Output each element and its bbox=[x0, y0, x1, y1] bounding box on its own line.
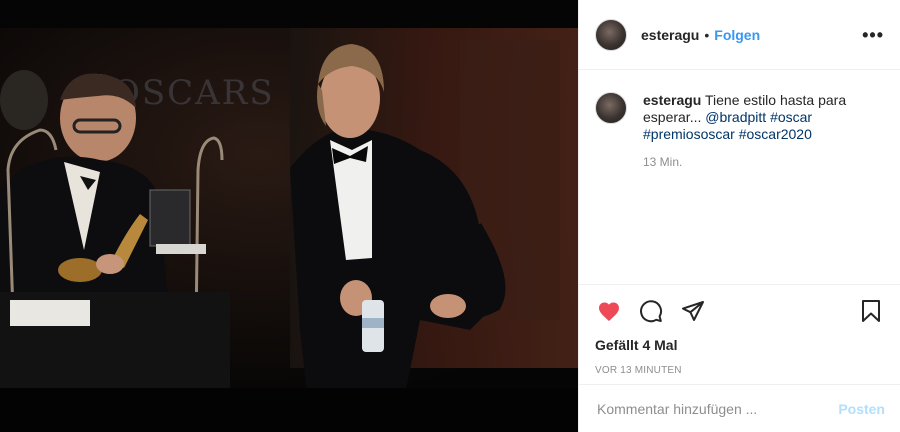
comment-input[interactable] bbox=[597, 400, 839, 417]
post-header: esteragu • Folgen ••• bbox=[579, 0, 900, 70]
post-comment-button[interactable]: Posten bbox=[838, 401, 885, 417]
caption-avatar[interactable] bbox=[595, 92, 627, 124]
comment-bar: Posten bbox=[579, 384, 900, 432]
caption-text: esteragu Tiene estilo hasta para esperar… bbox=[643, 92, 873, 143]
caption-hashtag-link[interactable]: #oscar bbox=[770, 109, 812, 125]
bookmark-icon[interactable] bbox=[857, 297, 885, 325]
post-sidebar: esteragu • Folgen ••• esteragu Tiene est… bbox=[578, 0, 900, 432]
action-icon-row bbox=[595, 295, 885, 327]
post-photo[interactable]: OSCARS bbox=[0, 0, 578, 432]
caption-section: esteragu Tiene estilo hasta para esperar… bbox=[579, 70, 900, 284]
avatar[interactable] bbox=[595, 18, 627, 51]
svg-text:OSCARS: OSCARS bbox=[112, 73, 275, 113]
post-actions: Gefällt 4 Mal VOR 13 MINUTEN bbox=[579, 284, 900, 376]
caption-hashtag-link[interactable]: #oscar2020 bbox=[739, 126, 812, 142]
likes-count[interactable]: Gefällt 4 Mal bbox=[595, 337, 885, 353]
caption-timestamp[interactable]: 13 Min. bbox=[643, 155, 885, 169]
more-options-icon[interactable]: ••• bbox=[862, 26, 884, 44]
follow-button[interactable]: Folgen bbox=[714, 27, 760, 43]
caption-row: esteragu Tiene estilo hasta para esperar… bbox=[595, 92, 885, 143]
caption-mention-link[interactable]: @bradpitt bbox=[705, 109, 766, 125]
comment-icon[interactable] bbox=[637, 297, 665, 325]
post-photo-image: OSCARS bbox=[0, 0, 578, 432]
header-separator: • bbox=[704, 26, 710, 43]
caption-hashtag-link[interactable]: #premiososcar bbox=[643, 126, 735, 142]
post-timestamp[interactable]: VOR 13 MINUTEN bbox=[595, 365, 885, 376]
caption-username[interactable]: esteragu bbox=[643, 92, 701, 108]
header-username[interactable]: esteragu bbox=[641, 27, 699, 43]
heart-icon[interactable] bbox=[595, 297, 623, 325]
share-icon[interactable] bbox=[679, 297, 707, 325]
